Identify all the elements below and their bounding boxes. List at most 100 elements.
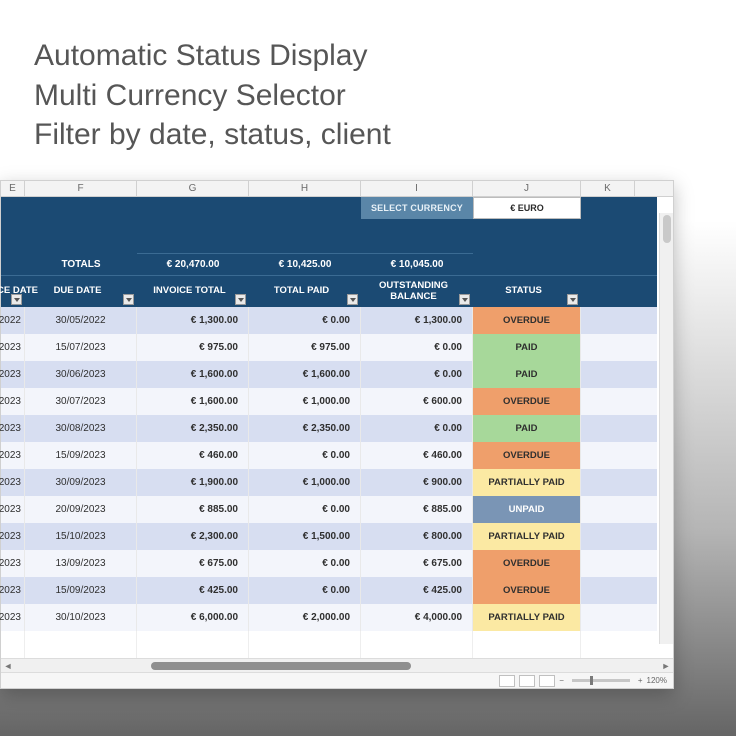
cell-invoice-total[interactable]: € 6,000.00	[137, 604, 249, 631]
filter-dropdown-icon[interactable]	[567, 294, 578, 305]
table-row[interactable]: 2/07/202330/07/2023€ 1,600.00€ 1,000.00€…	[1, 388, 657, 415]
cell-invoice-total[interactable]: € 1,600.00	[137, 388, 249, 415]
table-row[interactable]: 5/04/202230/05/2022€ 1,300.00€ 0.00€ 1,3…	[1, 307, 657, 334]
cell-total-paid[interactable]: € 0.00	[249, 307, 361, 334]
cell-invoice-date[interactable]: 0/06/2023	[1, 334, 25, 361]
cell-due-date[interactable]: 30/06/2023	[25, 361, 137, 388]
table-row[interactable]: 5/09/202330/10/2023€ 6,000.00€ 2,000.00€…	[1, 604, 657, 631]
cell-outstanding[interactable]: € 0.00	[361, 415, 473, 442]
cell-invoice-date[interactable]: 5/04/2022	[1, 307, 25, 334]
filter-dropdown-icon[interactable]	[347, 294, 358, 305]
currency-dropdown[interactable]: € EURO	[473, 197, 581, 219]
col-letter-f[interactable]: F	[25, 181, 137, 196]
zoom-slider[interactable]	[572, 679, 630, 682]
cell-outstanding[interactable]: € 0.00	[361, 361, 473, 388]
status-badge[interactable]: UNPAID	[473, 496, 581, 523]
status-badge[interactable]: PARTIALLY PAID	[473, 469, 581, 496]
table-row[interactable]: 3/08/202330/09/2023€ 1,900.00€ 1,000.00€…	[1, 469, 657, 496]
cell-invoice-total[interactable]: € 460.00	[137, 442, 249, 469]
cell-invoice-total[interactable]: € 425.00	[137, 577, 249, 604]
table-row[interactable]: 5/08/202330/08/2023€ 2,350.00€ 2,350.00€…	[1, 415, 657, 442]
cell-due-date[interactable]: 30/05/2022	[25, 307, 137, 334]
cell-invoice-date[interactable]: 2/06/2023	[1, 361, 25, 388]
cell-total-paid[interactable]: € 2,350.00	[249, 415, 361, 442]
view-normal-button[interactable]	[499, 675, 515, 687]
cell-total-paid[interactable]: € 1,000.00	[249, 388, 361, 415]
cell-invoice-total[interactable]: € 2,300.00	[137, 523, 249, 550]
view-page-layout-button[interactable]	[519, 675, 535, 687]
cell-due-date[interactable]: 20/09/2023	[25, 496, 137, 523]
view-page-break-button[interactable]	[539, 675, 555, 687]
cell-due-date[interactable]: 15/09/2023	[25, 442, 137, 469]
cell-invoice-total[interactable]: € 1,600.00	[137, 361, 249, 388]
header-invoice-date[interactable]: OICE DATE	[1, 276, 25, 307]
cell-total-paid[interactable]: € 1,600.00	[249, 361, 361, 388]
table-row[interactable]: 2/06/202330/06/2023€ 1,600.00€ 1,600.00€…	[1, 361, 657, 388]
col-letter-k[interactable]: K	[581, 181, 635, 196]
col-letter-e[interactable]: E	[1, 181, 25, 196]
zoom-plus-icon[interactable]: +	[638, 676, 643, 685]
cell-total-paid[interactable]: € 975.00	[249, 334, 361, 361]
cell-invoice-total[interactable]: € 885.00	[137, 496, 249, 523]
status-badge[interactable]: OVERDUE	[473, 307, 581, 334]
scroll-right-arrow-icon[interactable]: ►	[659, 659, 673, 673]
cell-total-paid[interactable]: € 1,500.00	[249, 523, 361, 550]
table-row[interactable]: 0/09/202315/10/2023€ 2,300.00€ 1,500.00€…	[1, 523, 657, 550]
horizontal-scrollbar[interactable]: ◄ ►	[1, 658, 673, 672]
cell-total-paid[interactable]: € 1,000.00	[249, 469, 361, 496]
cell-invoice-date[interactable]: 7/08/2023	[1, 442, 25, 469]
cell-total-paid[interactable]: € 0.00	[249, 577, 361, 604]
table-row[interactable]: 5/09/202315/09/2023€ 425.00€ 0.00€ 425.0…	[1, 577, 657, 604]
cell-due-date[interactable]: 13/09/2023	[25, 550, 137, 577]
cell-invoice-date[interactable]: 5/09/2023	[1, 577, 25, 604]
cell-invoice-total[interactable]: € 2,350.00	[137, 415, 249, 442]
cell-invoice-total[interactable]: € 675.00	[137, 550, 249, 577]
cell-invoice-date[interactable]: 5/09/2023	[1, 604, 25, 631]
cell-due-date[interactable]: 30/07/2023	[25, 388, 137, 415]
cell-invoice-date[interactable]: 5/08/2023	[1, 415, 25, 442]
filter-dropdown-icon[interactable]	[123, 294, 134, 305]
cell-outstanding[interactable]: € 900.00	[361, 469, 473, 496]
cell-invoice-date[interactable]: 4/09/2023	[1, 496, 25, 523]
empty-row[interactable]	[1, 631, 657, 658]
cell-total-paid[interactable]: € 0.00	[249, 442, 361, 469]
status-badge[interactable]: OVERDUE	[473, 388, 581, 415]
zoom-minus-icon[interactable]: −	[559, 676, 564, 685]
status-badge[interactable]: OVERDUE	[473, 577, 581, 604]
header-invoice-total[interactable]: INVOICE TOTAL	[137, 276, 249, 307]
filter-dropdown-icon[interactable]	[235, 294, 246, 305]
status-badge[interactable]: PAID	[473, 415, 581, 442]
cell-invoice-total[interactable]: € 1,300.00	[137, 307, 249, 334]
cell-outstanding[interactable]: € 4,000.00	[361, 604, 473, 631]
cell-invoice-total[interactable]: € 975.00	[137, 334, 249, 361]
cell-due-date[interactable]: 30/10/2023	[25, 604, 137, 631]
filter-dropdown-icon[interactable]	[459, 294, 470, 305]
cell-due-date[interactable]: 15/09/2023	[25, 577, 137, 604]
status-badge[interactable]: PARTIALLY PAID	[473, 604, 581, 631]
cell-outstanding[interactable]: € 885.00	[361, 496, 473, 523]
horizontal-scroll-thumb[interactable]	[151, 662, 411, 670]
cell-due-date[interactable]: 30/08/2023	[25, 415, 137, 442]
header-total-paid[interactable]: TOTAL PAID	[249, 276, 361, 307]
scroll-left-arrow-icon[interactable]: ◄	[1, 659, 15, 673]
cell-invoice-date[interactable]: 5/09/2023	[1, 550, 25, 577]
col-letter-i[interactable]: I	[361, 181, 473, 196]
filter-dropdown-icon[interactable]	[11, 294, 22, 305]
status-badge[interactable]: OVERDUE	[473, 442, 581, 469]
vertical-scroll-thumb[interactable]	[663, 215, 671, 243]
col-letter-h[interactable]: H	[249, 181, 361, 196]
cell-outstanding[interactable]: € 800.00	[361, 523, 473, 550]
table-row[interactable]: 5/09/202313/09/2023€ 675.00€ 0.00€ 675.0…	[1, 550, 657, 577]
cell-outstanding[interactable]: € 1,300.00	[361, 307, 473, 334]
table-row[interactable]: 7/08/202315/09/2023€ 460.00€ 0.00€ 460.0…	[1, 442, 657, 469]
cell-total-paid[interactable]: € 0.00	[249, 496, 361, 523]
cell-due-date[interactable]: 30/09/2023	[25, 469, 137, 496]
cell-outstanding[interactable]: € 675.00	[361, 550, 473, 577]
col-letter-g[interactable]: G	[137, 181, 249, 196]
cell-outstanding[interactable]: € 425.00	[361, 577, 473, 604]
cell-invoice-date[interactable]: 0/09/2023	[1, 523, 25, 550]
cell-outstanding[interactable]: € 600.00	[361, 388, 473, 415]
table-row[interactable]: 0/06/202315/07/2023€ 975.00€ 975.00€ 0.0…	[1, 334, 657, 361]
status-badge[interactable]: PAID	[473, 334, 581, 361]
zoom-level[interactable]: 120%	[647, 676, 667, 685]
